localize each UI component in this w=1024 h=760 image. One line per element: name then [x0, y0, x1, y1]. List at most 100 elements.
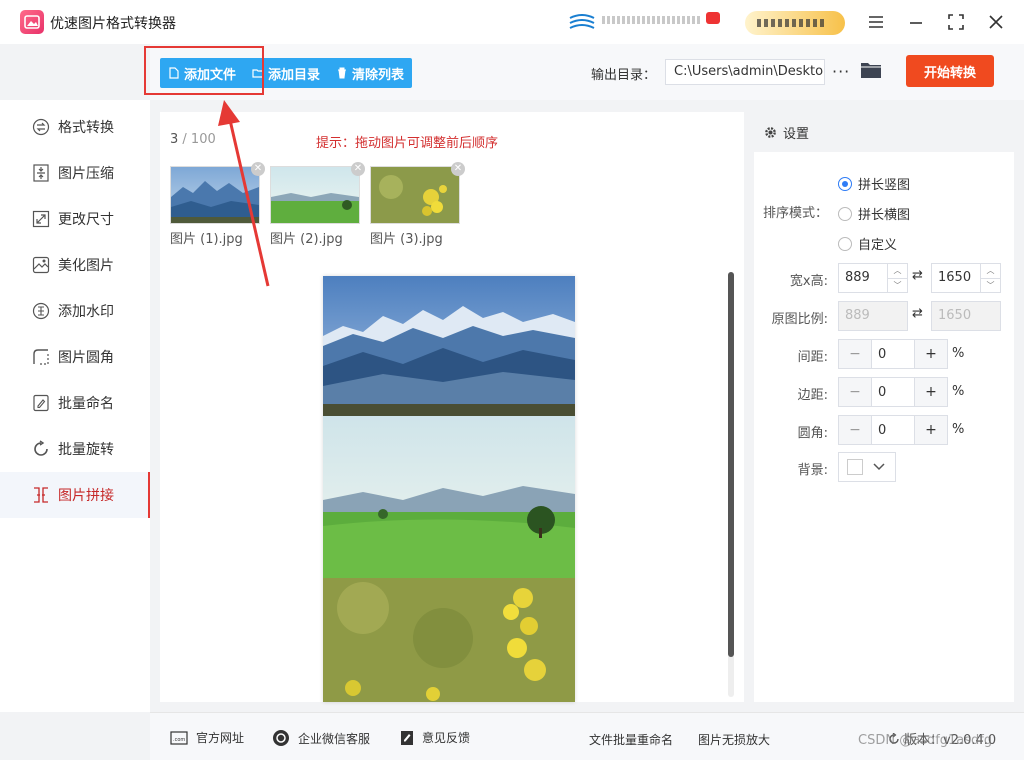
preview-scrollbar[interactable]: [728, 272, 734, 697]
preview-flowers: [323, 578, 575, 702]
sidebar-item-label: 图片压缩: [58, 166, 114, 182]
resize-icon: [32, 210, 50, 228]
add-folder-label: 添加目录: [268, 67, 321, 83]
vip-button[interactable]: [745, 11, 845, 35]
gear-icon: [765, 126, 776, 138]
preview-scroll-thumb[interactable]: [728, 272, 734, 657]
feedback-icon: [400, 730, 414, 746]
sidebar-item-compress[interactable]: 图片压缩: [0, 150, 150, 196]
settings-header: 设置: [754, 112, 1014, 152]
sidebar-item-stitch[interactable]: 图片拼接: [0, 472, 150, 518]
background-label: 背景:: [797, 463, 828, 478]
sort-horizontal-radio[interactable]: 拼长横图: [838, 204, 910, 223]
remove-image-2-icon[interactable]: ✕: [351, 162, 365, 176]
website-icon: .com: [170, 730, 188, 745]
lossless-enlarge-link[interactable]: 图片无损放大: [698, 731, 770, 748]
spacing-minus-button[interactable]: −: [839, 340, 871, 368]
menu-icon[interactable]: [864, 10, 888, 34]
promo-logo-icon[interactable]: [568, 14, 596, 30]
convert-icon: [32, 118, 50, 136]
corner-unit: %: [952, 422, 965, 437]
corner-stepper[interactable]: − 0 +: [838, 415, 948, 445]
sidebar-item-watermark[interactable]: 添加水印: [0, 288, 150, 334]
spacing-label: 间距:: [797, 350, 828, 365]
app-logo-icon: [20, 10, 44, 34]
start-convert-button[interactable]: 开始转换: [906, 55, 994, 87]
corner-minus-button[interactable]: −: [839, 416, 871, 444]
output-dir-input[interactable]: C:\Users\admin\Deskto: [665, 59, 825, 85]
sidebar-item-resize[interactable]: 更改尺寸: [0, 196, 150, 242]
ratio-label: 原图比例:: [771, 312, 828, 327]
remove-image-3-icon[interactable]: ✕: [451, 162, 465, 176]
feedback-link[interactable]: 意见反馈: [400, 729, 470, 746]
sort-custom-radio[interactable]: 自定义: [838, 234, 897, 253]
width-input[interactable]: 889 ︿ ﹀: [838, 263, 908, 293]
sidebar-item-beautify[interactable]: 美化图片: [0, 242, 150, 288]
toolbar: 添加文件 添加目录 清除列表 输出目录： C:\Users\admin\Desk…: [150, 44, 1024, 100]
watermark-icon: [32, 302, 50, 320]
ratio-height-input: 1650: [931, 301, 1001, 331]
corner-value[interactable]: 0: [871, 416, 915, 444]
thumbnail-image-2[interactable]: ✕: [270, 162, 365, 224]
round-corner-icon: [32, 348, 50, 366]
csdn-watermark: CSDN @asdfg1asdfg: [858, 733, 993, 748]
clear-list-button[interactable]: 清除列表: [328, 58, 412, 88]
batch-rename-link[interactable]: 文件批量重命名: [589, 731, 673, 748]
thumbnail-image-3[interactable]: ✕: [370, 162, 465, 224]
margin-label: 边距:: [797, 388, 828, 403]
height-input[interactable]: 1650 ︿ ﹀: [931, 263, 1001, 293]
margin-plus-button[interactable]: +: [915, 378, 947, 406]
svg-text:.com: .com: [173, 737, 185, 743]
swap-ratio-icon: ⇄: [912, 306, 923, 321]
sidebar-item-label: 批量旋转: [58, 442, 114, 458]
sidebar-item-rotate[interactable]: 批量旋转: [0, 426, 150, 472]
app-title: 优速图片格式转换器: [50, 16, 176, 32]
annotation-highlight-box: [144, 46, 264, 95]
sort-vertical-radio[interactable]: 拼长竖图: [838, 174, 910, 193]
spacing-unit: %: [952, 346, 965, 361]
compress-icon: [32, 164, 50, 182]
sidebar-item-label: 添加水印: [58, 304, 114, 320]
promo-badge: [706, 12, 720, 24]
sidebar-item-label: 图片拼接: [58, 488, 114, 504]
beautify-icon: [32, 256, 50, 274]
corner-plus-button[interactable]: +: [915, 416, 947, 444]
stitch-icon: [32, 486, 50, 504]
sidebar-item-format-convert[interactable]: 格式转换: [0, 104, 150, 150]
rename-icon: [32, 394, 50, 412]
drag-hint: 提示：拖动图片可调整前后顺序: [316, 136, 499, 151]
sidebar: 格式转换 图片压缩 更改尺寸 美化图片 添加水印 图片圆角 批量命名 批量旋转 …: [0, 100, 150, 712]
sidebar-item-label: 批量命名: [58, 396, 114, 412]
minimize-icon[interactable]: [904, 10, 928, 34]
sidebar-item-label: 格式转换: [58, 120, 114, 136]
clear-list-label: 清除列表: [352, 67, 405, 83]
sidebar-item-label: 图片圆角: [58, 350, 114, 366]
settings-title: 设置: [783, 126, 810, 142]
spacing-stepper[interactable]: − 0 +: [838, 339, 948, 369]
more-options-button[interactable]: ···: [832, 62, 850, 81]
title-bar: 优速图片格式转换器: [0, 0, 1024, 44]
preview-mountains: [323, 276, 575, 416]
margin-value[interactable]: 0: [871, 378, 915, 406]
settings-panel: 设置 排序模式： 拼长竖图 拼长横图 自定义 宽x高: 889 ︿ ﹀ ⇄ 1650…: [754, 112, 1014, 702]
website-link[interactable]: .com 官方网址: [170, 729, 244, 746]
margin-minus-button[interactable]: −: [839, 378, 871, 406]
spacing-plus-button[interactable]: +: [915, 340, 947, 368]
stitch-preview: [323, 276, 575, 702]
sidebar-item-rename[interactable]: 批量命名: [0, 380, 150, 426]
swap-size-icon[interactable]: ⇄: [912, 268, 923, 283]
spacing-value[interactable]: 0: [871, 340, 915, 368]
close-icon[interactable]: [984, 10, 1008, 34]
output-dir-label: 输出目录：: [591, 68, 657, 83]
maximize-icon[interactable]: [944, 10, 968, 34]
annotation-arrow: [218, 100, 270, 287]
open-folder-icon[interactable]: [860, 61, 882, 83]
sidebar-item-label: 更改尺寸: [58, 212, 114, 228]
margin-stepper[interactable]: − 0 +: [838, 377, 948, 407]
preview-meadow: [323, 416, 575, 578]
background-color-picker[interactable]: [838, 452, 896, 482]
promo-text[interactable]: [602, 16, 702, 24]
wechat-service-link[interactable]: 企业微信客服: [272, 729, 370, 747]
image-filename: 图片 (2).jpg: [270, 232, 343, 247]
sidebar-item-round-corner[interactable]: 图片圆角: [0, 334, 150, 380]
